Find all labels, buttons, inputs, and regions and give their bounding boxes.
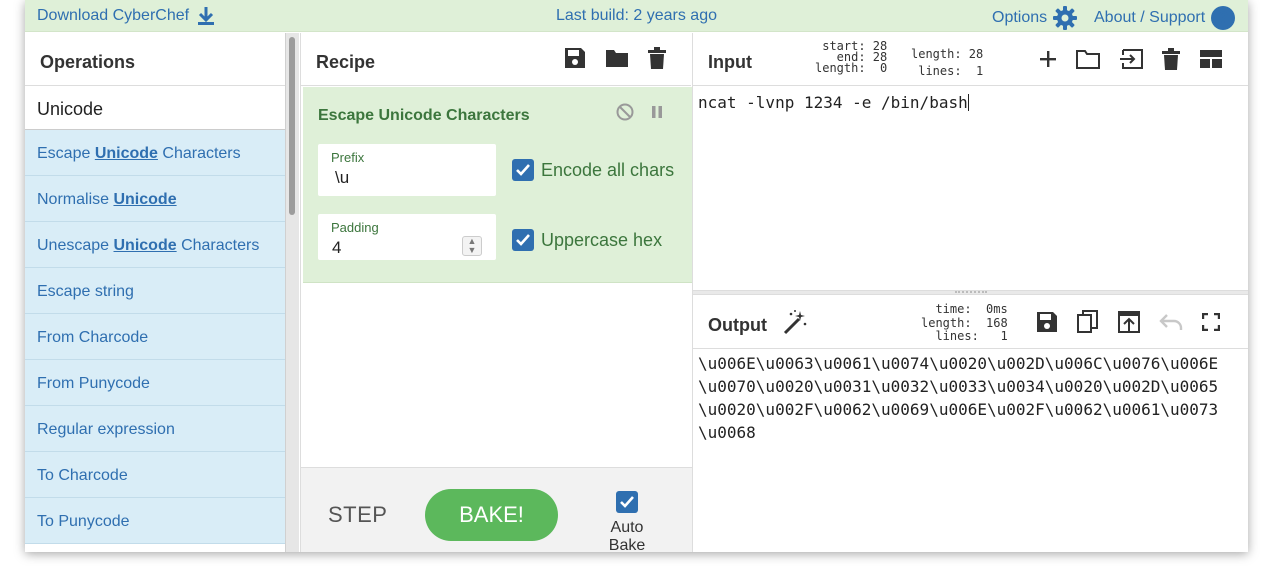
output-toolbar [1036,310,1220,334]
output-title: Output [708,315,767,335]
auto-bake-label: Auto Bake [608,519,646,552]
operation-label: To Punycode [37,513,130,530]
operation-label: From Punycode [37,375,150,392]
padding-value: 4 [332,238,342,257]
operation-title: Escape Unicode Characters [318,107,530,124]
save-icon[interactable] [564,47,586,69]
operations-search-input[interactable]: Unicode [25,86,285,130]
pause-icon[interactable] [648,103,666,121]
operation-list-item[interactable]: Escape Unicode Characters [25,130,285,176]
recipe-panel: Recipe Escape Unicode Characters Prefix … [300,33,692,552]
undo-icon[interactable] [1159,312,1183,332]
operations-panel: Operations Unicode Escape Unicode Charac… [25,33,285,552]
help-icon: ? [1211,6,1236,30]
operation-list-item[interactable]: To Charcode [25,452,285,498]
operations-list: Escape Unicode Characters Normalise Unico… [25,130,285,544]
about-label: About / Support [1094,9,1206,26]
uppercase-hex-checkbox[interactable]: Uppercase hex [512,229,662,251]
options-link[interactable]: Options [992,6,1078,30]
recipe-toolbar [564,47,666,69]
operation-label-suffix: Characters [157,145,241,162]
resize-grip-icon [955,291,987,294]
operation-label: Normalise [37,191,114,208]
recipe-title: Recipe [316,52,376,72]
checkbox-checked-icon [616,491,638,513]
operation-list-item[interactable]: Normalise Unicode [25,176,285,222]
open-folder-icon[interactable] [1076,49,1100,69]
input-textarea[interactable]: ncat -lvnp 1234 -e /bin/bash [698,91,969,114]
magic-wand-icon[interactable] [783,309,807,335]
operations-title: Operations [40,52,136,72]
bake-button[interactable]: BAKE! [425,489,558,541]
operation-label: To Charcode [37,467,128,484]
top-banner: Download CyberChef Last build: 2 years a… [25,0,1248,32]
operation-label: Escape string [37,283,134,300]
operation-list-item[interactable]: Unescape Unicode Characters [25,222,285,268]
recipe-operation-card[interactable]: Escape Unicode Characters Prefix \u Enco… [303,87,692,283]
trash-icon[interactable] [648,47,666,69]
open-file-icon[interactable] [1119,49,1143,69]
output-textarea[interactable]: \u006E\u0063\u0061\u0074\u0020\u002D\u00… [698,352,1218,444]
output-header: Output time: 0ms length: 168 lines: 1 [693,296,1248,349]
save-icon[interactable] [1036,311,1058,333]
operation-label: Regular expression [37,421,175,438]
padding-field[interactable]: Padding 4 ▲ ▼ [318,214,496,260]
folder-icon[interactable] [605,47,629,69]
text-caret [967,94,969,111]
io-panel: Input start: 28 end: 28 length: 0 length… [692,33,1248,552]
input-toolbar [1039,48,1223,70]
cyberchef-window: Download CyberChef Last build: 2 years a… [25,0,1248,552]
search-highlight: Unicode [113,191,177,208]
options-label: Options [992,9,1048,26]
stepper-icon[interactable]: ▲ ▼ [462,236,482,256]
step-button[interactable]: STEP [328,502,387,528]
operations-scrollbar[interactable] [285,33,299,552]
input-header: Input start: 28 end: 28 length: 0 length… [693,33,1248,86]
input-text: ncat -lvnp 1234 -e /bin/bash [698,93,968,112]
operation-list-item[interactable]: From Punycode [25,360,285,406]
encode-all-checkbox[interactable]: Encode all chars [512,159,674,181]
prefix-label: Prefix [331,150,365,165]
plus-icon[interactable] [1039,50,1057,68]
scrollbar-thumb[interactable] [289,37,295,215]
operations-header: Operations [25,33,285,86]
recipe-header: Recipe [301,33,691,86]
search-highlight: Unicode [94,145,158,162]
about-support-link[interactable]: About / Support ? [1094,6,1236,30]
input-length-stats: length: 28 lines: 1 [911,47,984,78]
encode-all-label: Encode all chars [541,159,675,180]
operation-label-suffix: Characters [176,237,260,254]
disable-icon[interactable] [616,103,634,121]
checkbox-checked-icon [512,159,534,181]
operation-label: From Charcode [37,329,149,346]
checkbox-checked-icon [512,229,534,251]
copy-icon[interactable] [1077,310,1099,334]
input-title: Input [708,52,752,72]
trash-icon[interactable] [1162,48,1180,70]
operation-list-item[interactable]: From Charcode [25,314,285,360]
auto-bake-checkbox[interactable]: Auto Bake [591,491,663,552]
operation-controls [616,103,666,121]
operation-list-item[interactable]: To Punycode [25,498,285,544]
prefix-field[interactable]: Prefix \u [318,144,496,196]
operation-label: Escape [37,145,95,162]
gear-icon [1053,6,1078,30]
operation-list-item[interactable]: Regular expression [25,406,285,452]
search-highlight: Unicode [113,237,177,254]
input-selection-stats: start: 28 end: 28 length: 0 [815,39,888,75]
replace-input-icon[interactable] [1118,311,1140,333]
output-stats: time: 0ms length: 168 lines: 1 [921,302,1008,343]
layout-icon[interactable] [1199,49,1223,69]
maximise-icon[interactable] [1202,313,1220,331]
io-resize-divider[interactable] [693,290,1248,295]
uppercase-hex-label: Uppercase hex [541,229,663,250]
operation-list-item[interactable]: Escape string [25,268,285,314]
recipe-controls-bar: STEP BAKE! Auto Bake [301,467,692,552]
prefix-value: \u [335,168,350,187]
operation-label: Unescape [37,237,114,254]
padding-label: Padding [331,220,379,235]
